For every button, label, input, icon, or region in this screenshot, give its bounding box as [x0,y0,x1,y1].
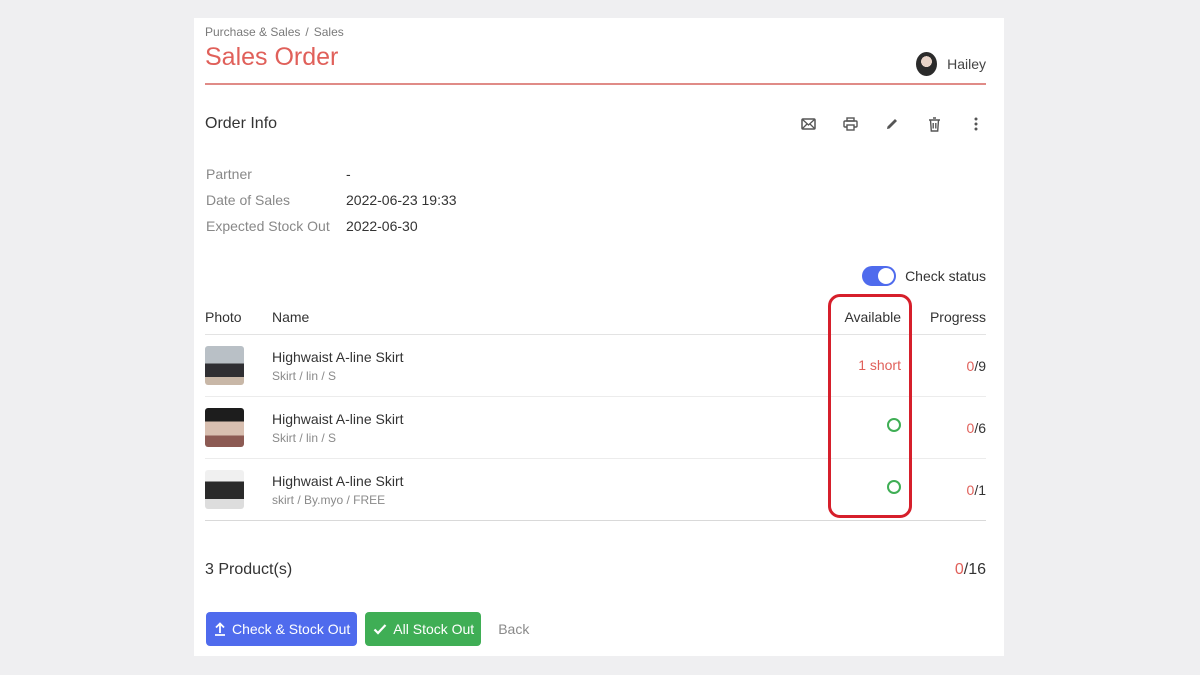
check-stock-out-label: Check & Stock Out [232,621,351,637]
product-name: Highwaist A-line Skirt [272,472,404,489]
page-title: Sales Order [205,43,339,71]
back-link[interactable]: Back [498,621,529,637]
photo-cell [205,346,272,385]
total-progress-total: /16 [963,561,986,578]
name-cell: Highwaist A-line Skirt Skirt / lin / S [272,411,811,445]
product-variant: skirt / By.myo / FREE [272,492,386,507]
action-bar: Check & Stock Out All Stock Out Back [206,612,529,646]
more-vertical-icon[interactable] [966,114,986,134]
all-stock-out-button[interactable]: All Stock Out [365,612,482,646]
header-name: Name [272,309,310,325]
product-thumbnail [205,470,244,509]
order-summary: 3 Product(s) 0/16 [205,561,986,579]
available-cell: 1 short [811,357,901,375]
product-name: Highwaist A-line Skirt [272,348,404,365]
short-status: 1 short [858,356,901,373]
header-available: Available [844,309,901,325]
date-of-sales-label: Date of Sales [206,192,291,208]
total-progress-done: 0 [954,561,964,578]
breadcrumb-item-purchase-sales[interactable]: Purchase & Sales [205,25,300,39]
trash-icon[interactable] [924,114,944,134]
all-stock-out-label: All Stock Out [393,621,475,637]
print-icon[interactable] [840,114,860,134]
progress-total: /9 [974,357,986,374]
table-header: Photo Name Available Progress [205,300,986,335]
info-row-expected-stock-out: Expected Stock Out 2022-06-30 [206,213,457,239]
edit-icon[interactable] [882,114,902,134]
progress-cell: 0/9 [901,358,986,374]
avatar [916,52,938,76]
order-info-title: Order Info [205,115,278,132]
upload-icon [214,622,226,636]
progress-cell: 0/1 [901,482,986,498]
product-variant: Skirt / lin / S [272,430,337,445]
available-ok-icon [887,418,901,432]
table-row[interactable]: Highwaist A-line Skirt skirt / By.myo / … [205,459,986,521]
photo-cell [205,408,272,447]
header-photo: Photo [205,309,242,325]
header-progress: Progress [929,309,986,325]
toggle-knob [878,268,895,284]
check-stock-out-button[interactable]: Check & Stock Out [206,612,358,646]
table-row[interactable]: Highwaist A-line Skirt Skirt / lin / S 0… [205,397,986,459]
name-cell: Highwaist A-line Skirt Skirt / lin / S [272,349,811,383]
info-row-date-of-sales: Date of Sales 2022-06-23 19:33 [206,187,457,213]
available-ok-icon [887,480,901,494]
progress-total: /6 [974,419,986,436]
partner-label: Partner [206,166,252,182]
mail-icon[interactable] [798,114,818,134]
check-status-toggle[interactable] [862,266,897,286]
sales-order-card: Purchase & Sales / Sales Sales Order Haile… [194,18,1004,656]
order-info-fields: Partner - Date of Sales 2022-06-23 19:33… [206,161,457,239]
table-row[interactable]: Highwaist A-line Skirt Skirt / lin / S 1… [205,335,986,397]
order-toolbar [798,114,986,134]
expected-stock-out-value: 2022-06-30 [346,218,418,234]
total-progress: 0/16 [955,561,986,579]
user-menu[interactable]: Hailey [916,52,986,76]
product-thumbnail [205,346,244,385]
info-row-partner: Partner - [206,161,457,187]
available-cell [811,480,901,499]
title-divider [205,83,986,85]
product-name: Highwaist A-line Skirt [272,410,404,427]
breadcrumb: Purchase & Sales / Sales [205,25,344,39]
expected-stock-out-label: Expected Stock Out [206,218,330,234]
photo-cell [205,470,272,509]
check-icon [373,623,387,635]
check-status-label: Check status [905,268,986,284]
products-table: Photo Name Available Progress Highwaist … [205,300,986,521]
product-thumbnail [205,408,244,447]
product-variant: Skirt / lin / S [272,368,337,383]
partner-value: - [346,166,351,182]
name-cell: Highwaist A-line Skirt skirt / By.myo / … [272,473,811,507]
breadcrumb-item-sales[interactable]: Sales [314,25,344,39]
check-status-control: Check status [862,266,986,286]
date-of-sales-value: 2022-06-23 19:33 [346,192,457,208]
available-cell [811,418,901,437]
progress-total: /1 [974,481,986,498]
user-name: Hailey [947,56,986,72]
progress-cell: 0/6 [901,420,986,436]
breadcrumb-separator: / [305,25,309,39]
product-count: 3 Product(s) [205,561,293,578]
